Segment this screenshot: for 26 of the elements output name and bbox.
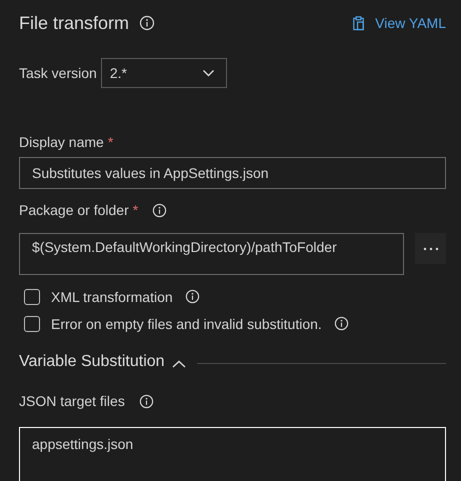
info-icon[interactable] <box>334 316 349 331</box>
field-label: Display name <box>19 134 104 150</box>
required-mark: * <box>132 202 138 218</box>
checkbox[interactable] <box>24 316 40 332</box>
required-mark: * <box>108 134 114 150</box>
field-label: Task version <box>19 65 97 81</box>
field-label: JSON target files <box>19 393 125 409</box>
info-icon[interactable] <box>139 15 156 31</box>
chevron-down-icon <box>202 69 215 77</box>
ellipsis-icon <box>422 246 438 250</box>
panel-title: File transform <box>19 12 130 34</box>
version-dropdown[interactable]: 2.* <box>100 58 227 88</box>
checkbox[interactable] <box>24 288 40 304</box>
path-field[interactable]: $(System.DefaultWorkingDirectory)/pathToFolder <box>19 233 404 275</box>
field-label: Package or folder <box>19 202 129 218</box>
view-yaml-link[interactable]: View YAML <box>351 15 446 31</box>
info-icon[interactable] <box>138 394 154 408</box>
info-icon[interactable] <box>152 202 168 218</box>
display-name-field[interactable]: Substitutes values in AppSettings.json <box>19 157 446 189</box>
chevron-up-icon[interactable] <box>172 360 186 368</box>
section-title: Variable Substitution <box>19 353 165 371</box>
clipboard-icon <box>351 15 366 31</box>
checkbox-label: Error on empty files and invalid substitution. <box>51 316 322 332</box>
info-icon[interactable] <box>184 289 200 304</box>
checkbox-label: XML transformation <box>51 288 173 304</box>
json-files-field[interactable]: appsettings.json <box>19 427 446 481</box>
